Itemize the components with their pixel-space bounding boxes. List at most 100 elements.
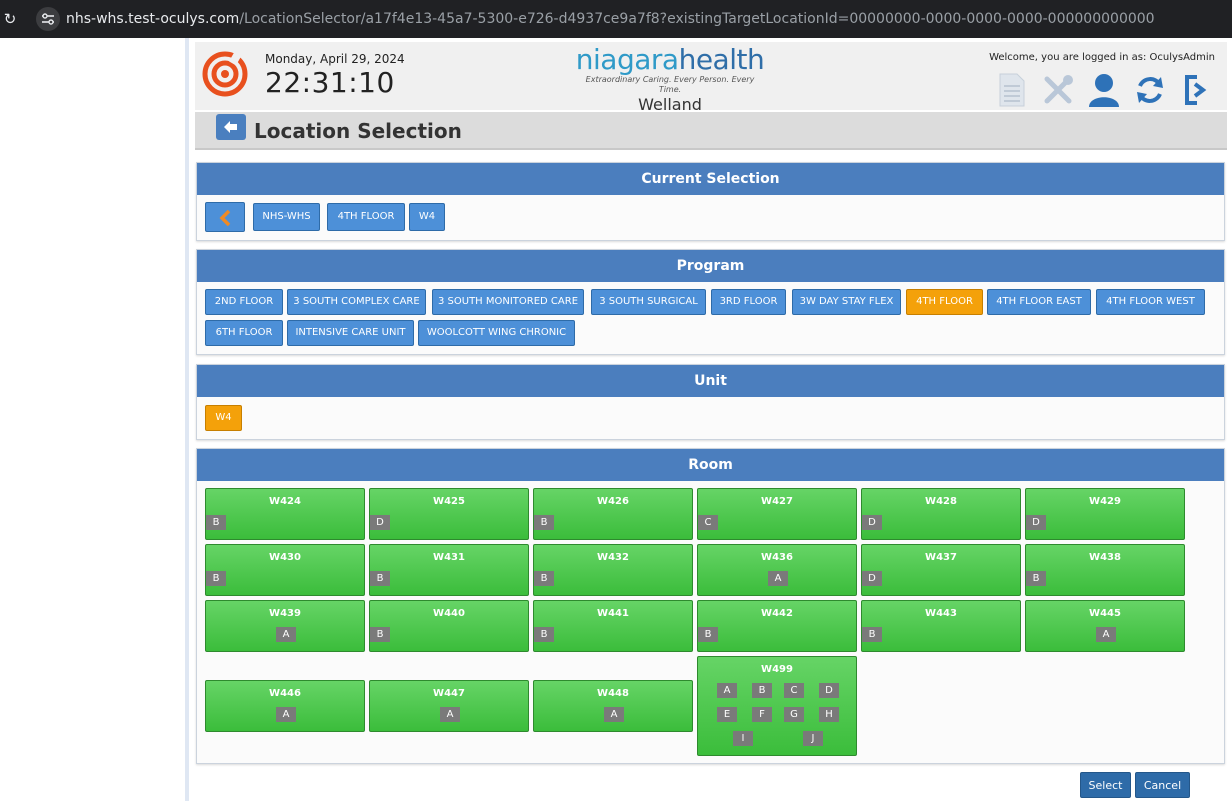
room-name: W425	[433, 496, 465, 507]
breadcrumb-w4[interactable]: W4	[409, 203, 445, 231]
bed-w427-c[interactable]: C	[698, 515, 718, 530]
unit-w4[interactable]: W4	[205, 405, 242, 431]
breadcrumb-4th-floor[interactable]: 4TH FLOOR	[327, 203, 405, 231]
breadcrumb-nhs-whs[interactable]: NHS-WHS	[253, 203, 320, 231]
room-w429[interactable]: W429ABCD	[1025, 488, 1185, 540]
program-intensive-care-unit[interactable]: INTENSIVE CARE UNIT	[287, 320, 414, 346]
brand-tagline: Extraordinary Caring. Every Person. Ever…	[585, 75, 755, 94]
program-3-south-monitored-care[interactable]: 3 SOUTH MONITORED CARE	[432, 289, 584, 315]
bed-w443-b[interactable]: B	[862, 627, 882, 642]
bed-w425-d[interactable]: D	[370, 515, 390, 530]
program-4th-floor-east[interactable]: 4TH FLOOR EAST	[987, 289, 1091, 315]
bed-w438-b[interactable]: B	[1026, 571, 1046, 586]
room-name: W445	[1089, 608, 1121, 619]
room-panel: Room W424ABW425ABCDW426ABW427ABCW428ABCD…	[196, 448, 1225, 764]
room-w426[interactable]: W426AB	[533, 488, 693, 540]
current-date: Monday, April 29, 2024	[265, 52, 405, 66]
program-4th-floor[interactable]: 4TH FLOOR	[906, 289, 983, 315]
bed-w499-d[interactable]: D	[819, 683, 839, 698]
app-window: Monday, April 29, 2024 22:31:10 niagarah…	[185, 38, 1232, 801]
bed-w430-b[interactable]: B	[206, 571, 226, 586]
bed-w499-j[interactable]: J	[803, 731, 823, 746]
document-icon[interactable]	[995, 72, 1029, 108]
room-w443[interactable]: W443AB	[861, 600, 1021, 652]
brand-name-right: health	[678, 43, 765, 76]
bed-w446-a[interactable]: A	[276, 707, 296, 722]
room-name: W427	[761, 496, 793, 507]
room-w448[interactable]: W448 A	[533, 680, 693, 732]
back-button[interactable]	[216, 114, 246, 140]
room-name: W429	[1089, 496, 1121, 507]
room-w430[interactable]: W430AB	[205, 544, 365, 596]
bed-w499-e[interactable]: E	[717, 707, 737, 722]
room-w447[interactable]: W447 A	[369, 680, 529, 732]
program-3-south-complex-care[interactable]: 3 SOUTH COMPLEX CARE	[287, 289, 426, 315]
bed-w424-b[interactable]: B	[206, 515, 226, 530]
room-w439[interactable]: W439 A	[205, 600, 365, 652]
reload-icon[interactable]: ↻	[2, 11, 18, 27]
user-icon[interactable]	[1087, 72, 1121, 108]
program-4th-floor-west[interactable]: 4TH FLOOR WEST	[1096, 289, 1205, 315]
select-button[interactable]: Select	[1080, 772, 1131, 798]
room-w431[interactable]: W431AB	[369, 544, 529, 596]
room-w438[interactable]: W438AB	[1025, 544, 1185, 596]
bed-w428-d[interactable]: D	[862, 515, 882, 530]
bed-w499-c[interactable]: C	[784, 683, 804, 698]
bed-w436-a[interactable]: A	[768, 571, 788, 586]
room-w436[interactable]: W436 A	[697, 544, 857, 596]
bed-w429-d[interactable]: D	[1026, 515, 1046, 530]
room-w442[interactable]: W442AB	[697, 600, 857, 652]
room-w446[interactable]: W446 A	[205, 680, 365, 732]
previous-level-button[interactable]	[205, 202, 245, 232]
program-3-south-surgical[interactable]: 3 SOUTH SURGICAL	[591, 289, 706, 315]
room-name: W431	[433, 552, 465, 563]
program-woolcott-wing-chronic[interactable]: WOOLCOTT WING CHRONIC	[418, 320, 575, 346]
room-w428[interactable]: W428ABCD	[861, 488, 1021, 540]
current-selection-heading: Current Selection	[197, 163, 1224, 195]
bed-w432-b[interactable]: B	[534, 571, 554, 586]
room-name: W436	[761, 552, 793, 563]
tools-icon[interactable]	[1041, 72, 1075, 108]
room-w425[interactable]: W425ABCD	[369, 488, 529, 540]
cancel-button[interactable]: Cancel	[1135, 772, 1190, 798]
room-name: W442	[761, 608, 793, 619]
program-2nd-floor[interactable]: 2ND FLOOR	[205, 289, 283, 315]
bed-w431-b[interactable]: B	[370, 571, 390, 586]
bed-w426-b[interactable]: B	[534, 515, 554, 530]
room-w432[interactable]: W432AB	[533, 544, 693, 596]
room-name: W426	[597, 496, 629, 507]
logout-icon[interactable]	[1179, 72, 1213, 108]
bed-w440-b[interactable]: B	[370, 627, 390, 642]
program-6th-floor[interactable]: 6TH FLOOR	[205, 320, 283, 346]
bed-w448-a[interactable]: A	[604, 707, 624, 722]
program-3w-day-stay-flex[interactable]: 3W DAY STAY FLEX	[792, 289, 901, 315]
app-header: Monday, April 29, 2024 22:31:10 niagarah…	[195, 42, 1227, 114]
bed-w499-f[interactable]: F	[752, 707, 772, 722]
url-text[interactable]: nhs-whs.test-oculys.com/LocationSelector…	[66, 11, 1155, 27]
room-w437[interactable]: W437ABCD	[861, 544, 1021, 596]
chevron-left-icon	[219, 209, 231, 227]
bed-w499-i[interactable]: I	[733, 731, 753, 746]
room-name: W424	[269, 496, 301, 507]
room-w499[interactable]: W499 A B C D E F G H I J	[697, 656, 857, 756]
program-3rd-floor[interactable]: 3RD FLOOR	[711, 289, 786, 315]
room-w440[interactable]: W440AB	[369, 600, 529, 652]
bed-w442-b[interactable]: B	[698, 627, 718, 642]
room-w441[interactable]: W441AB	[533, 600, 693, 652]
bed-w441-b[interactable]: B	[534, 627, 554, 642]
room-w427[interactable]: W427ABC	[697, 488, 857, 540]
toolbar	[995, 72, 1213, 108]
bed-w447-a[interactable]: A	[440, 707, 460, 722]
bed-w437-d[interactable]: D	[862, 571, 882, 586]
bed-w499-h[interactable]: H	[819, 707, 839, 722]
room-w424[interactable]: W424AB	[205, 488, 365, 540]
site-info-icon[interactable]	[36, 7, 60, 31]
bed-w499-g[interactable]: G	[784, 707, 804, 722]
refresh-icon[interactable]	[1133, 72, 1167, 108]
bed-w499-b[interactable]: B	[752, 683, 772, 698]
url-host: nhs-whs.test-oculys.com	[66, 11, 240, 27]
bed-w439-a[interactable]: A	[276, 627, 296, 642]
bed-w445-a[interactable]: A	[1096, 627, 1116, 642]
bed-w499-a[interactable]: A	[717, 683, 737, 698]
room-w445[interactable]: W445 A	[1025, 600, 1185, 652]
